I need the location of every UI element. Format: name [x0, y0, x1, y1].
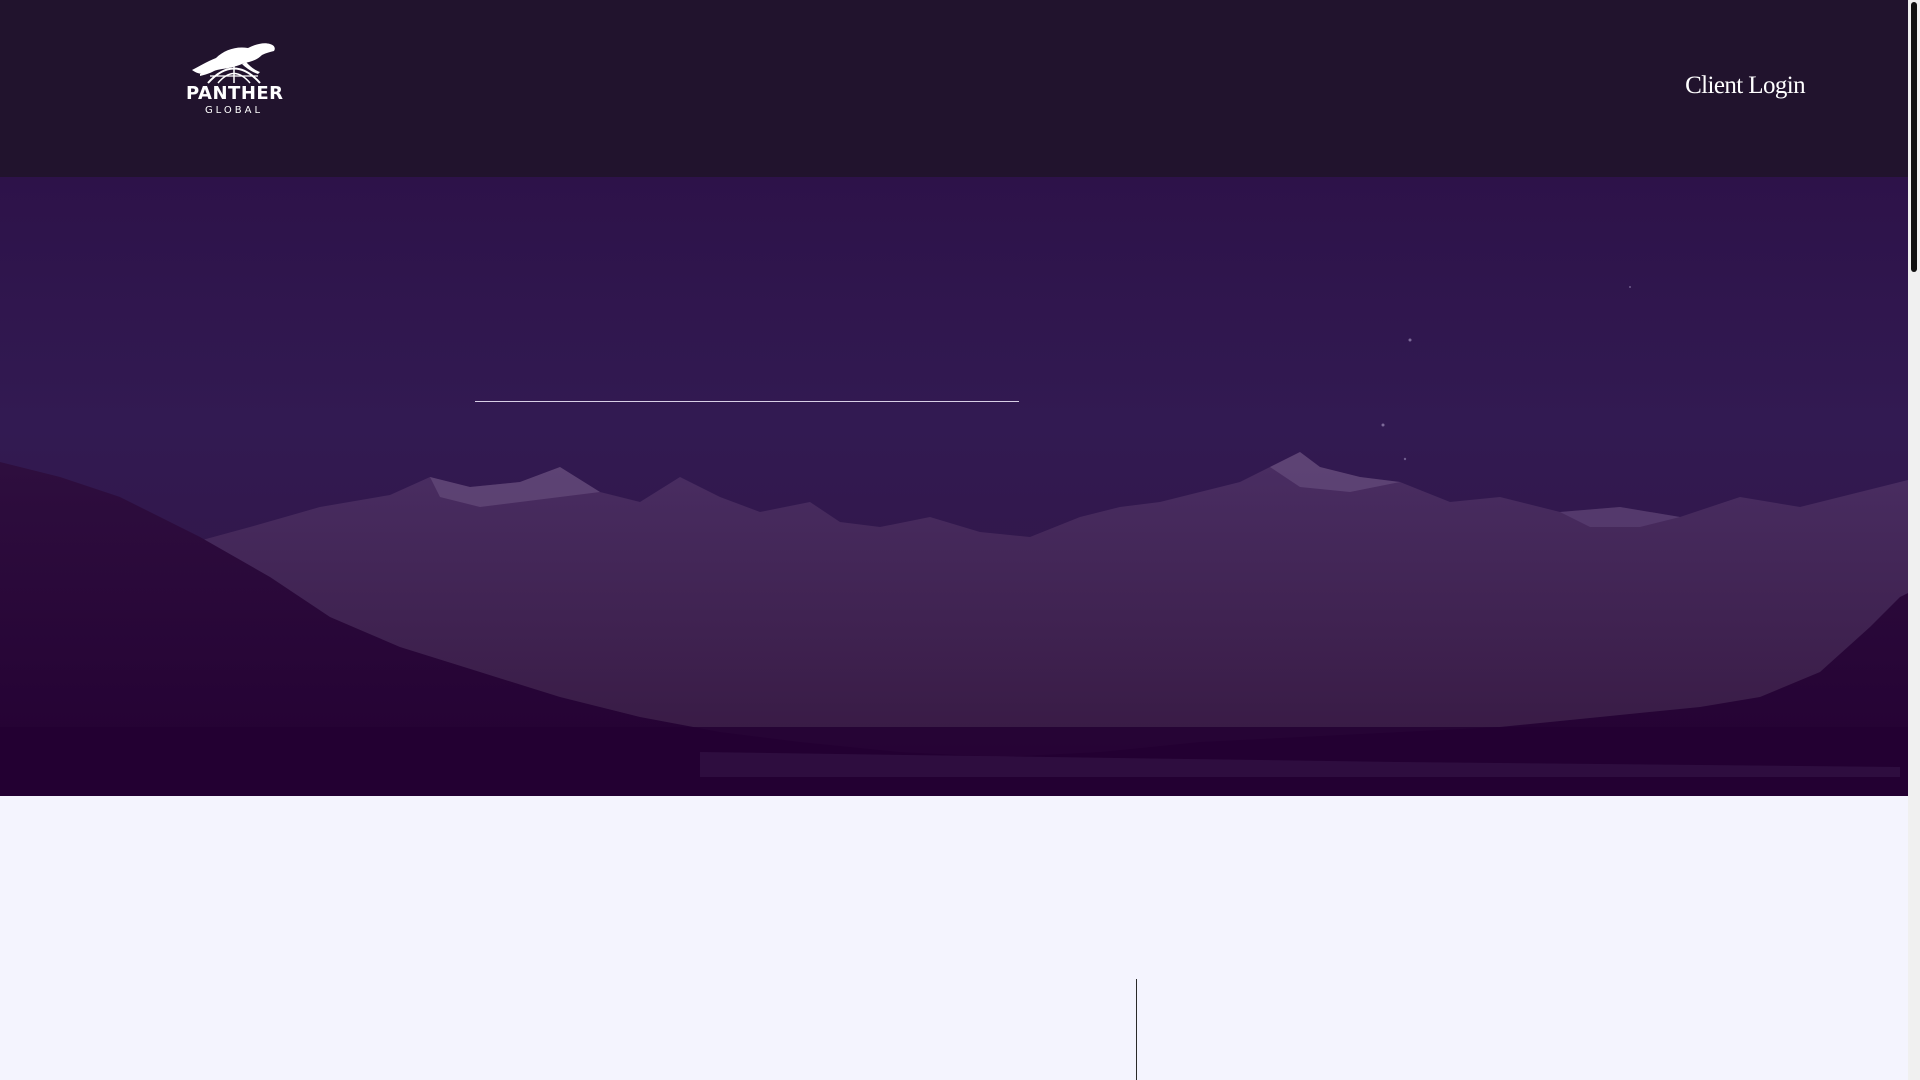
logo[interactable]: PANTHER GLOBAL — [186, 36, 284, 122]
logo-subtitle: GLOBAL — [204, 105, 264, 116]
logo-wordmark: PANTHER — [186, 83, 284, 104]
page: PANTHER GLOBAL Client Login — [0, 0, 1920, 1080]
page-scrollbar[interactable] — [1908, 0, 1920, 1080]
site-header: PANTHER GLOBAL Client Login — [0, 0, 1920, 177]
vertical-divider — [1136, 979, 1137, 1080]
mountain-landscape-image — [0, 286, 1920, 796]
scrollbar-thumb[interactable] — [1911, 2, 1917, 272]
client-login-link[interactable]: Client Login — [1685, 72, 1805, 100]
hero-divider-line — [475, 401, 1019, 402]
hero-banner — [0, 177, 1920, 796]
panther-globe-icon — [192, 43, 275, 84]
content-section — [0, 796, 1920, 1080]
